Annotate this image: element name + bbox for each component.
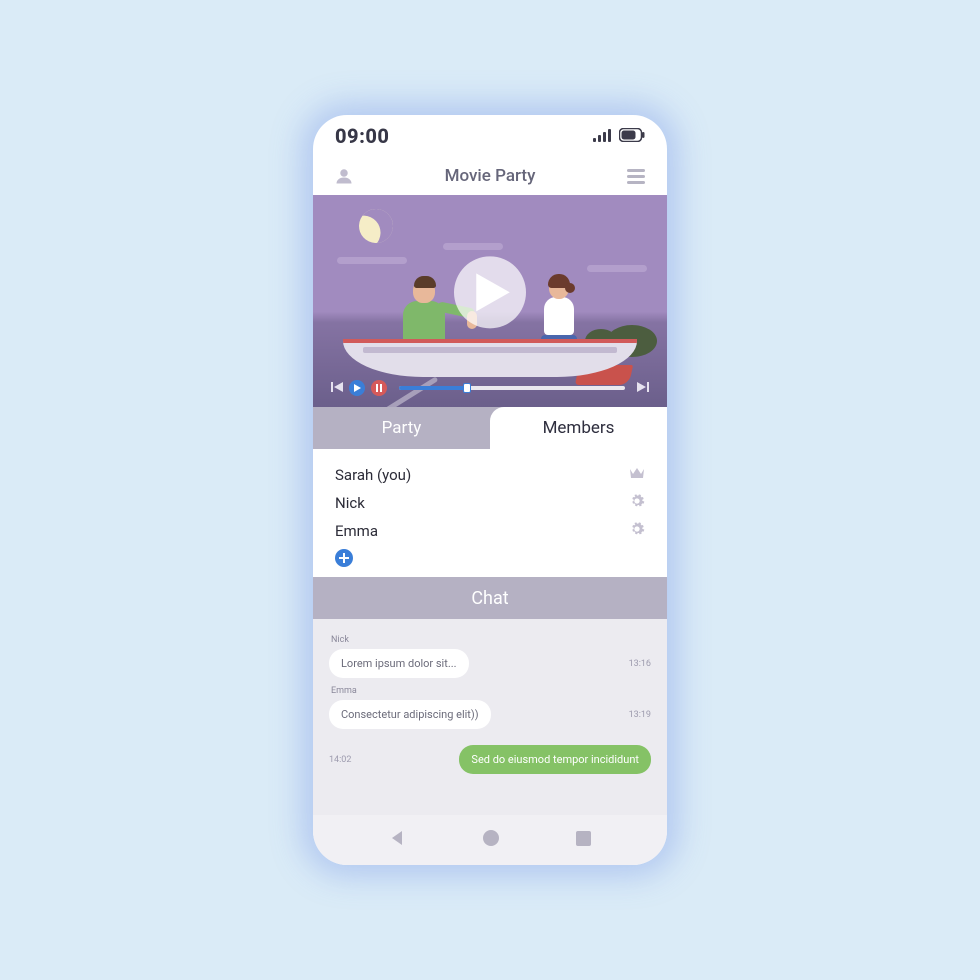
chat-message-outgoing: Sed do eiusmod tempor incididunt 14:02 — [329, 745, 651, 774]
profile-icon[interactable] — [335, 167, 353, 185]
add-member-button[interactable] — [335, 549, 353, 567]
chat-time: 13:19 — [629, 710, 651, 720]
gear-icon[interactable] — [629, 493, 645, 513]
nav-home-icon[interactable] — [482, 829, 500, 851]
tab-party[interactable]: Party — [313, 407, 490, 449]
battery-icon — [619, 127, 645, 146]
member-row: Emma — [335, 517, 645, 545]
phone-frame: 09:00 Movie Party — [313, 115, 667, 865]
chat-time: 13:16 — [629, 659, 651, 669]
chat-sender: Nick — [331, 635, 651, 645]
pause-button[interactable] — [371, 380, 387, 396]
play-overlay-button[interactable] — [454, 256, 526, 328]
chat-header: Chat — [313, 577, 667, 619]
crown-icon — [629, 466, 645, 484]
member-name: Sarah (you) — [335, 466, 411, 484]
tab-members[interactable]: Members — [490, 407, 667, 449]
gear-icon[interactable] — [629, 521, 645, 541]
play-button[interactable] — [349, 380, 365, 396]
status-time: 09:00 — [335, 124, 389, 148]
chat-sender: Emma — [331, 686, 651, 696]
chat-message: Lorem ipsum dolor sit... 13:16 — [329, 649, 651, 678]
member-row: Sarah (you) — [335, 461, 645, 489]
chat-message: Consectetur adipiscing elit)) 13:19 — [329, 700, 651, 729]
member-row: Nick — [335, 489, 645, 517]
status-icons — [593, 127, 645, 146]
video-controls — [331, 378, 649, 397]
skip-previous-icon[interactable] — [331, 378, 343, 397]
tabs: Party Members — [313, 407, 667, 449]
nav-back-icon[interactable] — [389, 830, 405, 850]
android-navbar — [313, 815, 667, 865]
chat-bubble: Lorem ipsum dolor sit... — [329, 649, 469, 678]
menu-icon[interactable] — [627, 169, 645, 184]
app-header: Movie Party — [313, 157, 667, 195]
chat-time: 14:02 — [329, 755, 351, 765]
status-bar: 09:00 — [313, 115, 667, 157]
member-name: Nick — [335, 494, 365, 512]
progress-bar[interactable] — [399, 386, 625, 390]
chat-area[interactable]: Nick Lorem ipsum dolor sit... 13:16 Emma… — [313, 619, 667, 815]
member-name: Emma — [335, 522, 378, 540]
nav-recents-icon[interactable] — [576, 831, 591, 850]
page-title: Movie Party — [445, 166, 536, 186]
members-list: Sarah (you) Nick Emma — [313, 449, 667, 577]
chat-bubble-outgoing: Sed do eiusmod tempor incididunt — [459, 745, 651, 774]
signal-icon — [593, 127, 611, 146]
skip-next-icon[interactable] — [637, 378, 649, 397]
video-player — [313, 195, 667, 407]
chat-bubble: Consectetur adipiscing elit)) — [329, 700, 491, 729]
boat-illustration — [343, 327, 637, 377]
